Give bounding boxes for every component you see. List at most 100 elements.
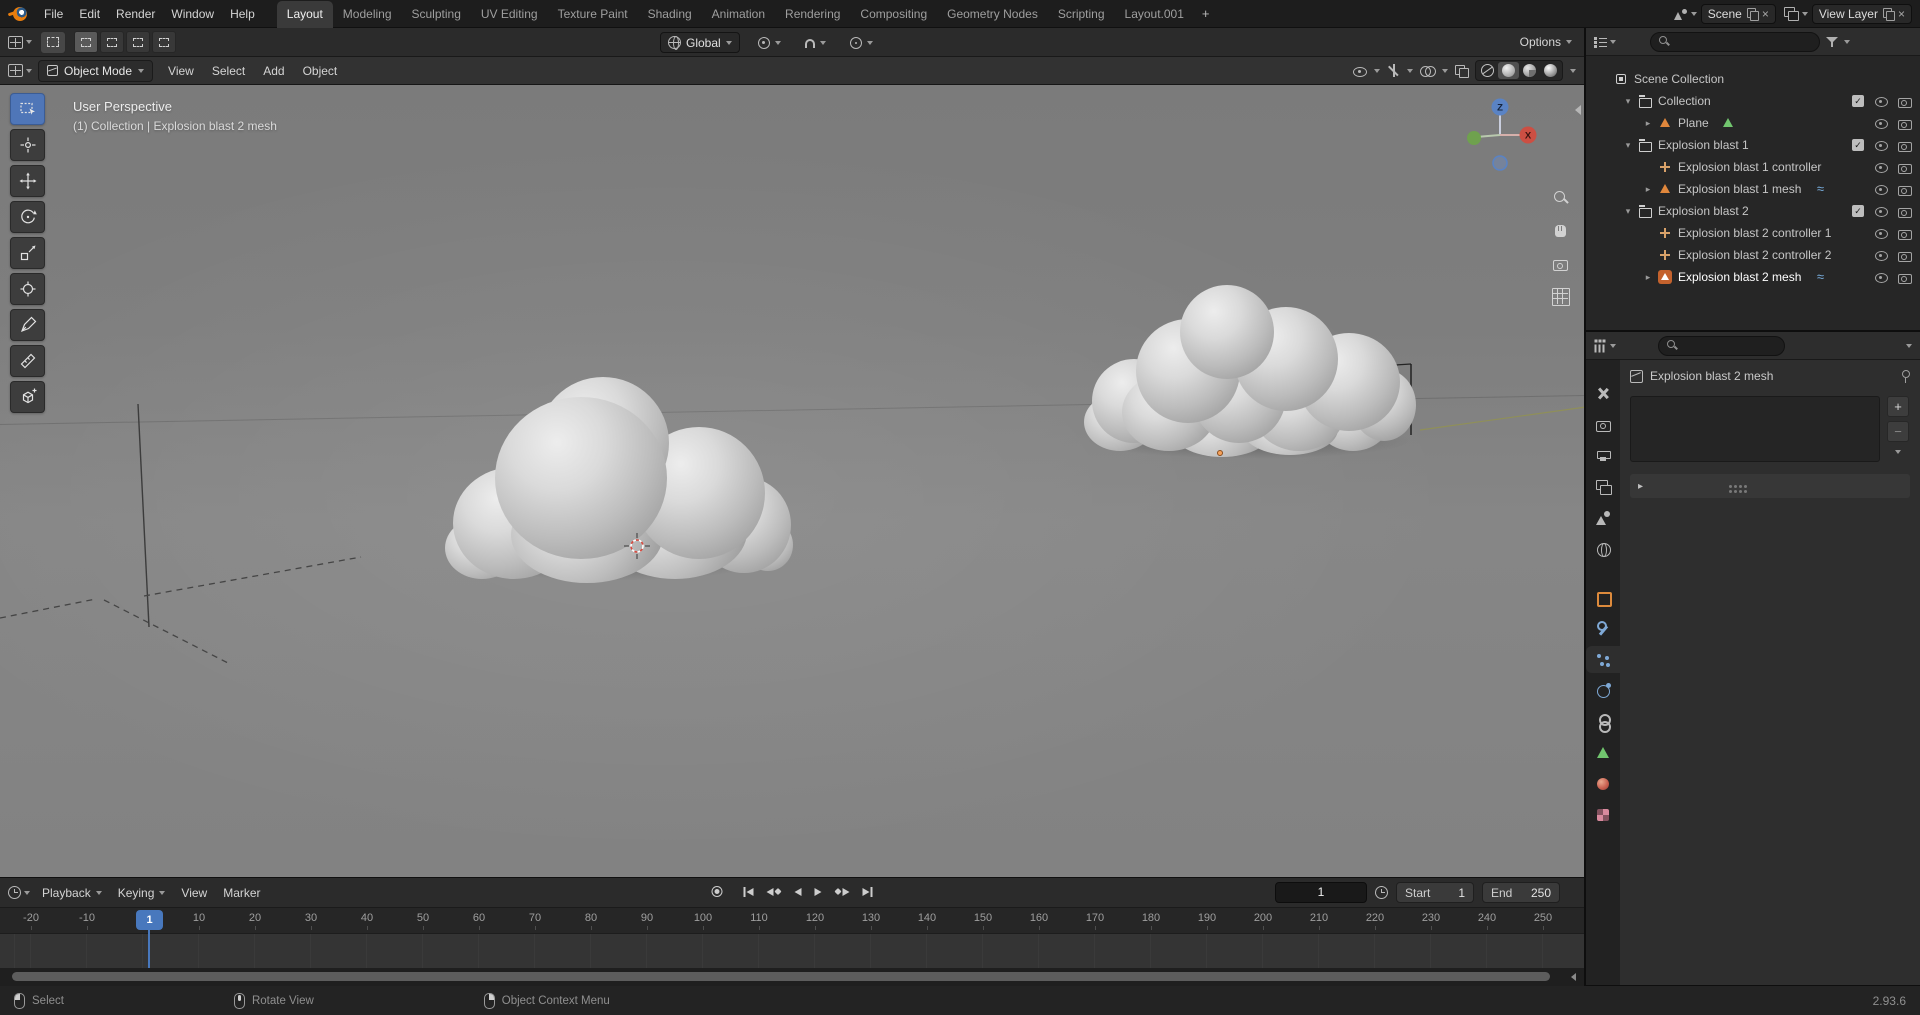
- hide-in-viewport-icon[interactable]: [1874, 270, 1889, 284]
- new-scene-icon[interactable]: [1746, 8, 1759, 21]
- show-object-types-icon[interactable]: [1352, 65, 1367, 77]
- proportional-caret-icon[interactable]: [866, 40, 873, 45]
- tab-constraints[interactable]: [1586, 708, 1620, 735]
- outliner-row[interactable]: Explosion blast 1: [1586, 134, 1920, 156]
- hide-in-viewport-icon[interactable]: [1874, 94, 1889, 108]
- disable-in-render-icon[interactable]: [1897, 160, 1912, 174]
- editor-type-button[interactable]: [8, 35, 32, 49]
- expander-icon[interactable]: [1621, 96, 1635, 107]
- menu-item[interactable]: File: [36, 3, 71, 25]
- expander-icon[interactable]: [1641, 118, 1655, 129]
- tab-output[interactable]: [1586, 442, 1620, 469]
- timeline-menu-item[interactable]: View: [173, 882, 215, 904]
- outliner-row[interactable]: Explosion blast 1 controller: [1586, 156, 1920, 178]
- scroll-left-arrow-icon[interactable]: [1571, 973, 1576, 981]
- options-dropdown[interactable]: Options: [1520, 35, 1572, 49]
- tool-select-box-button[interactable]: [10, 93, 45, 125]
- workspace-tab[interactable]: Rendering: [775, 1, 850, 28]
- view-layer-name-field[interactable]: View Layer ×: [1811, 3, 1912, 24]
- timeline-editor-type-button[interactable]: [8, 886, 30, 899]
- pan-hand-icon[interactable]: [1552, 222, 1570, 240]
- view-layer-icon[interactable]: [1783, 7, 1799, 21]
- xray-toggle-icon[interactable]: [1455, 64, 1469, 78]
- tab-object-data[interactable]: [1586, 739, 1620, 766]
- outliner-row[interactable]: Scene Collection: [1586, 68, 1920, 90]
- tab-texture[interactable]: [1586, 801, 1620, 828]
- tab-world[interactable]: [1586, 535, 1620, 562]
- workspace-tab[interactable]: Compositing: [850, 1, 937, 28]
- tool-add-cube-button[interactable]: [10, 381, 45, 413]
- tool-cursor-button[interactable]: [10, 129, 45, 161]
- hide-in-viewport-icon[interactable]: [1874, 248, 1889, 262]
- outliner-item-label[interactable]: Explosion blast 2 controller 1: [1678, 226, 1831, 240]
- jump-to-prev-keyframe-button[interactable]: [762, 883, 787, 901]
- 3d-viewport[interactable]: User Perspective (1) Collection | Explos…: [0, 85, 1584, 877]
- shading-caret-icon[interactable]: [1570, 68, 1576, 73]
- remove-slot-button[interactable]: −: [1887, 421, 1909, 442]
- collapsed-panel-header[interactable]: ▸: [1630, 474, 1910, 498]
- start-frame-field[interactable]: Start 1: [1396, 882, 1474, 903]
- workspace-tab[interactable]: Shading: [638, 1, 702, 28]
- tool-annotate-button[interactable]: [10, 309, 45, 341]
- mode-dropdown[interactable]: Object Mode: [38, 59, 154, 82]
- outliner-item-label[interactable]: Explosion blast 2 mesh: [1678, 270, 1801, 284]
- outliner-item-label[interactable]: Explosion blast 1 controller: [1678, 160, 1821, 174]
- jump-to-start-button[interactable]: [739, 882, 759, 902]
- outliner-row[interactable]: Explosion blast 1 mesh: [1586, 178, 1920, 200]
- menu-item[interactable]: Help: [222, 3, 263, 25]
- workspace-tab[interactable]: Layout: [276, 0, 333, 28]
- snap-caret-icon[interactable]: [819, 40, 826, 45]
- viewport-editor-type-button[interactable]: [8, 64, 32, 77]
- hide-in-viewport-icon[interactable]: [1874, 138, 1889, 152]
- disable-in-render-icon[interactable]: [1897, 182, 1912, 196]
- outliner-item-label[interactable]: Plane: [1678, 116, 1709, 130]
- current-frame-field[interactable]: 1: [1275, 882, 1367, 903]
- scene-name-field[interactable]: Scene ×: [1700, 3, 1776, 24]
- explosion-blast-2-mesh-object[interactable]: [1084, 281, 1418, 461]
- orthographic-toggle-icon[interactable]: [1552, 288, 1570, 306]
- pin-id-icon[interactable]: [1900, 369, 1910, 384]
- pivot-point-dropdown[interactable]: [750, 32, 788, 53]
- disable-in-render-icon[interactable]: [1897, 94, 1912, 108]
- timeline-menu-item[interactable]: Marker: [215, 882, 268, 904]
- disable-in-render-icon[interactable]: [1897, 116, 1912, 130]
- use-preview-range-icon[interactable]: [1375, 886, 1388, 899]
- outliner-search-input[interactable]: [1675, 35, 1811, 48]
- disable-in-render-icon[interactable]: [1897, 138, 1912, 152]
- menu-item[interactable]: Render: [108, 3, 163, 25]
- outliner-item-label[interactable]: Explosion blast 1: [1658, 138, 1749, 152]
- workspace-tab[interactable]: Scripting: [1048, 1, 1115, 28]
- disable-in-render-icon[interactable]: [1897, 226, 1912, 240]
- hide-in-viewport-icon[interactable]: [1874, 116, 1889, 130]
- timeline-menu-item[interactable]: Playback: [34, 882, 110, 904]
- viewport-menu-item[interactable]: View: [159, 60, 203, 82]
- active-tool-button[interactable]: [40, 30, 66, 54]
- tab-view-layer[interactable]: [1586, 473, 1620, 500]
- select-subtract-mode-button[interactable]: [126, 31, 150, 53]
- hide-in-viewport-icon[interactable]: [1874, 204, 1889, 218]
- tab-render[interactable]: [1586, 411, 1620, 438]
- add-slot-button[interactable]: +: [1887, 396, 1909, 417]
- solid-shading-button[interactable]: [1498, 62, 1519, 79]
- outliner-row[interactable]: Explosion blast 2: [1586, 200, 1920, 222]
- material-preview-button[interactable]: [1519, 62, 1540, 79]
- particle-system-list[interactable]: [1630, 396, 1880, 462]
- overlays-caret-icon[interactable]: [1442, 68, 1448, 73]
- add-workspace-button[interactable]: +: [1194, 2, 1218, 25]
- unlink-scene-icon[interactable]: ×: [1762, 8, 1769, 20]
- workspace-tab[interactable]: Animation: [702, 1, 775, 28]
- rendered-shading-button[interactable]: [1540, 62, 1561, 79]
- gizmos-caret-icon[interactable]: [1407, 68, 1413, 73]
- specials-caret-icon[interactable]: [1895, 450, 1901, 454]
- outliner-search-box[interactable]: [1650, 31, 1820, 52]
- outliner-editor-type-button[interactable]: [1594, 36, 1616, 48]
- play-button[interactable]: [810, 883, 827, 901]
- tool-rotate-button[interactable]: [10, 201, 45, 233]
- play-reverse-button[interactable]: [790, 883, 807, 901]
- playhead-marker[interactable]: 1: [136, 910, 163, 930]
- outliner-item-label[interactable]: Explosion blast 2: [1658, 204, 1749, 218]
- menu-item[interactable]: Window: [163, 3, 222, 25]
- select-intersect-mode-button[interactable]: [152, 31, 176, 53]
- tab-object[interactable]: [1586, 584, 1620, 611]
- workspace-tab[interactable]: Modeling: [333, 1, 402, 28]
